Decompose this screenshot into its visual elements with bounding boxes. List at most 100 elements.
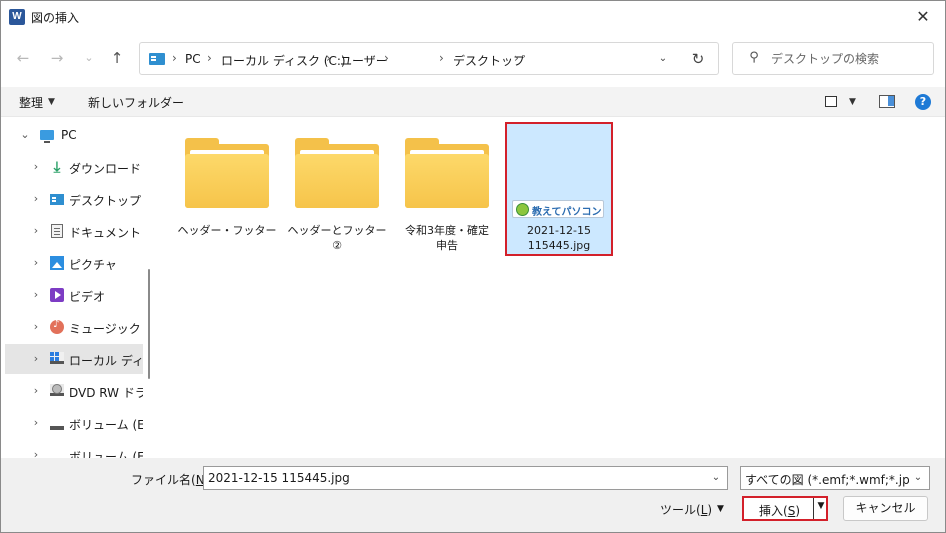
folder-icon <box>405 138 489 212</box>
dialog-footer: ファイル名(N): 2021-12-15 115445.jpg ⌄ すべての図 … <box>1 458 945 532</box>
chevron-down-icon: ⌄ <box>84 51 94 64</box>
nav-item-volume-e[interactable]: › ボリューム (E:) <box>1 408 143 438</box>
chevron-down-icon: ⌄ <box>658 53 668 64</box>
refresh-button[interactable]: ↻ <box>688 49 708 69</box>
nav-item-pc[interactable]: ⌄ PC <box>1 120 143 150</box>
folder-name: ヘッダーとフッター② <box>287 224 387 252</box>
word-app-icon: W <box>9 9 25 25</box>
file-type-value: すべての図 (*.emf;*.wmf;*.jpg;*.jpeg;*.jfif;*… <box>745 473 909 487</box>
arrow-left-icon: ← <box>16 49 30 67</box>
breadcrumb-pc[interactable]: PC <box>185 52 201 66</box>
nav-item-volume-f[interactable]: › ボリューム (F:) <box>1 440 143 458</box>
chevron-right-icon[interactable]: › <box>30 192 42 205</box>
file-list: ヘッダー・フッター ヘッダーとフッター② 令和3年度・確定 申告 教えてパソコン… <box>159 118 945 458</box>
nav-item-label: ビデオ <box>69 290 106 304</box>
back-button[interactable]: ← <box>12 47 34 69</box>
breadcrumb-separator[interactable]: › <box>207 51 212 65</box>
thumbnail-text: 教えてパソコン <box>532 207 602 218</box>
nav-item-label: ボリューム (E:) <box>69 418 143 432</box>
insert-button[interactable]: 挿入(S) ▼ <box>742 496 828 521</box>
up-button[interactable]: ↑ <box>106 47 128 69</box>
chevron-right-icon[interactable]: › <box>30 352 42 365</box>
filename-input[interactable]: 2021-12-15 115445.jpg <box>208 471 350 485</box>
breadcrumb-separator[interactable]: › <box>326 51 331 65</box>
breadcrumb-separator[interactable]: › <box>514 51 519 65</box>
chevron-right-icon[interactable]: › <box>30 416 42 429</box>
caret-down-icon[interactable]: ▼ <box>717 504 724 514</box>
chevron-right-icon[interactable]: › <box>30 160 42 173</box>
folder-item[interactable]: ヘッダーとフッター② <box>285 126 389 260</box>
nav-item-videos[interactable]: › ビデオ <box>1 280 143 310</box>
split-divider <box>813 498 814 519</box>
filename-label: ファイル名(N): <box>131 473 213 487</box>
chevron-right-icon[interactable]: › <box>30 320 42 333</box>
image-file-item[interactable]: 教えてパソコン 2021-12-15 115445.jpg <box>505 122 613 256</box>
insert-options-dropdown[interactable]: ▼ <box>815 501 827 511</box>
nav-item-label: ローカル ディスク <box>69 354 143 368</box>
arrow-right-icon: → <box>50 49 64 67</box>
recent-locations-button[interactable]: ⌄ <box>78 47 100 69</box>
chevron-down-icon[interactable]: ⌄ <box>909 469 927 487</box>
tools-menu[interactable]: ツール(L) <box>660 501 712 518</box>
pictures-icon <box>50 256 64 270</box>
videos-icon <box>50 288 64 302</box>
search-box[interactable]: ⚲ <box>732 42 934 75</box>
folder-item[interactable]: 令和3年度・確定 申告 <box>395 126 499 260</box>
filename-combobox[interactable]: 2021-12-15 115445.jpg ⌄ <box>203 466 728 490</box>
file-name-line1: 2021-12-15 <box>527 224 591 237</box>
documents-icon <box>51 224 63 238</box>
nav-item-downloads[interactable]: › ⤓ ダウンロード <box>1 152 143 182</box>
chevron-right-icon[interactable]: › <box>30 448 42 458</box>
nav-item-label: ドキュメント <box>69 226 142 240</box>
chevron-right-icon[interactable]: › <box>30 288 42 301</box>
close-icon: ✕ <box>916 7 930 26</box>
music-icon <box>50 319 64 334</box>
image-thumbnail: 教えてパソコン <box>512 200 604 218</box>
folder-name-line2: 申告 <box>436 239 458 252</box>
navigation-pane-scrollbar[interactable] <box>148 269 150 379</box>
cancel-button[interactable]: キャンセル <box>843 496 928 521</box>
insert-button-label[interactable]: 挿入(S) <box>759 502 800 519</box>
drive-icon <box>50 352 64 364</box>
dialog-title: 図の挿入 <box>31 11 80 25</box>
nav-item-local-disk[interactable]: › ローカル ディスク <box>5 344 143 374</box>
nav-item-label: DVD RW ドライ <box>69 386 143 400</box>
breadcrumb-separator[interactable]: › <box>384 51 389 65</box>
address-history-dropdown[interactable]: ⌄ <box>654 50 672 68</box>
nav-item-label: ダウンロード <box>69 162 142 176</box>
nav-item-music[interactable]: › ミュージック <box>1 312 143 342</box>
nav-item-label: ピクチャ <box>69 258 117 272</box>
file-type-filter[interactable]: すべての図 (*.emf;*.wmf;*.jpg;*.jpeg;*.jfif;*… <box>740 466 930 490</box>
nav-item-documents[interactable]: › ドキュメント <box>1 216 143 246</box>
caret-down-icon[interactable]: ▼ <box>48 97 55 107</box>
new-folder-button[interactable]: 新しいフォルダー <box>88 94 184 111</box>
breadcrumb-separator[interactable]: › <box>439 51 444 65</box>
breadcrumb-users[interactable]: ユーザー <box>340 52 388 69</box>
forward-button[interactable]: → <box>46 47 68 69</box>
organize-menu[interactable]: 整理 <box>19 94 43 111</box>
help-icon[interactable]: ? <box>915 94 931 110</box>
globe-logo-icon <box>516 203 529 216</box>
breadcrumb-separator[interactable]: › <box>172 51 177 65</box>
command-bar: 整理 ▼ 新しいフォルダー ▼ ? <box>1 87 945 117</box>
view-mode-icon[interactable] <box>825 96 837 107</box>
caret-down-icon[interactable]: ▼ <box>849 97 856 107</box>
chevron-down-icon[interactable]: ⌄ <box>707 469 725 487</box>
refresh-icon: ↻ <box>691 50 705 68</box>
search-icon: ⚲ <box>749 50 759 65</box>
folder-name: ヘッダー・フッター <box>177 224 277 237</box>
search-input[interactable] <box>771 49 927 69</box>
nav-item-dvd-drive[interactable]: › DVD RW ドライ <box>1 376 143 406</box>
download-icon: ⤓ <box>53 158 61 176</box>
nav-item-pictures[interactable]: › ピクチャ <box>1 248 143 278</box>
chevron-down-icon[interactable]: ⌄ <box>19 128 31 141</box>
chevron-right-icon[interactable]: › <box>30 384 42 397</box>
chevron-right-icon[interactable]: › <box>30 256 42 269</box>
nav-item-desktop[interactable]: › デスクトップ <box>1 184 143 214</box>
chevron-right-icon[interactable]: › <box>30 224 42 237</box>
close-button[interactable]: ✕ <box>901 1 945 33</box>
insert-picture-dialog: W 図の挿入 ✕ ← → ⌄ ↑ › PC › ローカル ディスク (C:) ›… <box>0 0 946 533</box>
address-bar[interactable]: › PC › ローカル ディスク (C:) › ユーザー › › デスクトップ … <box>139 42 719 75</box>
folder-item[interactable]: ヘッダー・フッター <box>175 126 279 260</box>
preview-pane-icon[interactable] <box>879 95 895 108</box>
